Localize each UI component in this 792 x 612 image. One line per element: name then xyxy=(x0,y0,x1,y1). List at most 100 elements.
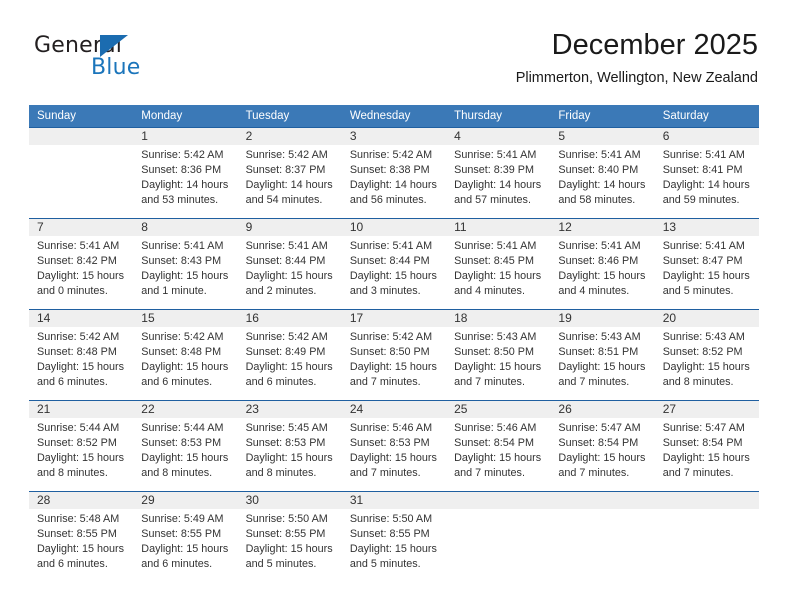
daylight-text-line2: and 56 minutes. xyxy=(349,194,427,206)
day-number[interactable]: 19 xyxy=(550,310,654,327)
sunset-text: Sunset: 8:48 PM xyxy=(37,346,117,358)
daylight-text-line1: Daylight: 15 hours xyxy=(454,361,542,373)
day-number[interactable]: 22 xyxy=(133,401,237,418)
sunset-text: Sunset: 8:53 PM xyxy=(141,437,222,449)
sunrise-text: Sunrise: 5:44 AM xyxy=(37,422,120,434)
daylight-text-line1: Daylight: 15 hours xyxy=(245,543,333,555)
day-number[interactable]: 2 xyxy=(238,128,342,145)
day-cell[interactable]: Sunrise: 5:42 AM Sunset: 8:36 PM Dayligh… xyxy=(133,145,237,218)
daylight-text-line2: and 6 minutes. xyxy=(37,376,108,388)
day-cell[interactable]: Sunrise: 5:50 AM Sunset: 8:55 PM Dayligh… xyxy=(342,509,446,582)
day-cell[interactable]: Sunrise: 5:46 AM Sunset: 8:54 PM Dayligh… xyxy=(446,418,550,491)
sunset-text: Sunset: 8:49 PM xyxy=(245,346,326,358)
day-cell[interactable]: Sunrise: 5:41 AM Sunset: 8:45 PM Dayligh… xyxy=(446,236,550,309)
day-number[interactable] xyxy=(29,128,133,145)
day-number[interactable]: 23 xyxy=(238,401,342,418)
day-cell[interactable]: Sunrise: 5:49 AM Sunset: 8:55 PM Dayligh… xyxy=(133,509,237,582)
day-number[interactable]: 1 xyxy=(133,128,237,145)
daylight-text-line1: Daylight: 15 hours xyxy=(662,270,750,282)
day-cell[interactable]: Sunrise: 5:41 AM Sunset: 8:47 PM Dayligh… xyxy=(655,236,759,309)
day-cell[interactable] xyxy=(550,509,654,582)
day-cell[interactable]: Sunrise: 5:41 AM Sunset: 8:43 PM Dayligh… xyxy=(133,236,237,309)
day-number[interactable]: 17 xyxy=(342,310,446,327)
day-cell[interactable]: Sunrise: 5:42 AM Sunset: 8:50 PM Dayligh… xyxy=(342,327,446,400)
day-number[interactable]: 4 xyxy=(446,128,550,145)
day-cell[interactable]: Sunrise: 5:42 AM Sunset: 8:48 PM Dayligh… xyxy=(29,327,133,400)
day-cell[interactable]: Sunrise: 5:43 AM Sunset: 8:50 PM Dayligh… xyxy=(446,327,550,400)
day-number[interactable]: 24 xyxy=(342,401,446,418)
daylight-text-line2: and 0 minutes. xyxy=(37,285,108,297)
day-cell[interactable]: Sunrise: 5:43 AM Sunset: 8:51 PM Dayligh… xyxy=(550,327,654,400)
day-cell[interactable]: Sunrise: 5:48 AM Sunset: 8:55 PM Dayligh… xyxy=(29,509,133,582)
daylight-text-line2: and 1 minute. xyxy=(141,285,207,297)
day-cell[interactable]: Sunrise: 5:44 AM Sunset: 8:53 PM Dayligh… xyxy=(133,418,237,491)
day-cell[interactable]: Sunrise: 5:41 AM Sunset: 8:40 PM Dayligh… xyxy=(550,145,654,218)
daylight-text-line1: Daylight: 14 hours xyxy=(662,179,750,191)
week-detail-band: Sunrise: 5:41 AM Sunset: 8:42 PM Dayligh… xyxy=(29,236,759,309)
day-number[interactable]: 8 xyxy=(133,219,237,236)
day-number[interactable]: 31 xyxy=(342,492,446,509)
day-number[interactable]: 25 xyxy=(446,401,550,418)
day-number[interactable]: 5 xyxy=(550,128,654,145)
daylight-text-line1: Daylight: 15 hours xyxy=(141,543,229,555)
day-cell[interactable]: Sunrise: 5:42 AM Sunset: 8:37 PM Dayligh… xyxy=(238,145,342,218)
day-cell[interactable]: Sunrise: 5:44 AM Sunset: 8:52 PM Dayligh… xyxy=(29,418,133,491)
day-number[interactable]: 26 xyxy=(550,401,654,418)
day-cell[interactable]: Sunrise: 5:50 AM Sunset: 8:55 PM Dayligh… xyxy=(238,509,342,582)
day-cell[interactable]: Sunrise: 5:41 AM Sunset: 8:46 PM Dayligh… xyxy=(550,236,654,309)
day-cell[interactable]: Sunrise: 5:41 AM Sunset: 8:44 PM Dayligh… xyxy=(238,236,342,309)
day-number[interactable]: 27 xyxy=(655,401,759,418)
day-number[interactable]: 18 xyxy=(446,310,550,327)
day-cell[interactable]: Sunrise: 5:47 AM Sunset: 8:54 PM Dayligh… xyxy=(655,418,759,491)
day-number[interactable]: 21 xyxy=(29,401,133,418)
day-number[interactable]: 13 xyxy=(655,219,759,236)
sunset-text: Sunset: 8:53 PM xyxy=(245,437,326,449)
day-number[interactable]: 7 xyxy=(29,219,133,236)
day-number[interactable]: 14 xyxy=(29,310,133,327)
calendar-page: General Blue December 2025 Plimmerton, W… xyxy=(0,0,792,612)
day-cell[interactable]: Sunrise: 5:42 AM Sunset: 8:48 PM Dayligh… xyxy=(133,327,237,400)
sunrise-text: Sunrise: 5:43 AM xyxy=(558,331,641,343)
day-number[interactable]: 28 xyxy=(29,492,133,509)
day-cell[interactable]: Sunrise: 5:41 AM Sunset: 8:39 PM Dayligh… xyxy=(446,145,550,218)
day-cell[interactable]: Sunrise: 5:46 AM Sunset: 8:53 PM Dayligh… xyxy=(342,418,446,491)
sunrise-text: Sunrise: 5:41 AM xyxy=(454,149,537,161)
day-number[interactable]: 6 xyxy=(655,128,759,145)
day-cell[interactable]: Sunrise: 5:41 AM Sunset: 8:41 PM Dayligh… xyxy=(655,145,759,218)
sunrise-text: Sunrise: 5:42 AM xyxy=(349,149,433,161)
day-number[interactable]: 20 xyxy=(655,310,759,327)
weekday-header-friday: Friday xyxy=(558,110,591,122)
sunset-text: Sunset: 8:51 PM xyxy=(558,346,639,358)
day-number[interactable] xyxy=(655,492,759,509)
general-blue-logo[interactable]: General Blue xyxy=(34,33,224,85)
day-cell[interactable]: Sunrise: 5:41 AM Sunset: 8:44 PM Dayligh… xyxy=(342,236,446,309)
day-number[interactable]: 9 xyxy=(238,219,342,236)
day-cell[interactable]: Sunrise: 5:41 AM Sunset: 8:42 PM Dayligh… xyxy=(29,236,133,309)
sunset-text: Sunset: 8:53 PM xyxy=(349,437,430,449)
day-cell[interactable] xyxy=(446,509,550,582)
sunset-text: Sunset: 8:36 PM xyxy=(141,164,222,176)
day-cell[interactable]: Sunrise: 5:47 AM Sunset: 8:54 PM Dayligh… xyxy=(550,418,654,491)
day-number[interactable]: 29 xyxy=(133,492,237,509)
day-number[interactable]: 15 xyxy=(133,310,237,327)
day-cell[interactable] xyxy=(655,509,759,582)
sunrise-text: Sunrise: 5:41 AM xyxy=(662,149,745,161)
sunrise-text: Sunrise: 5:42 AM xyxy=(141,149,224,161)
day-number[interactable]: 10 xyxy=(342,219,446,236)
day-cell[interactable]: Sunrise: 5:42 AM Sunset: 8:49 PM Dayligh… xyxy=(238,327,342,400)
day-cell[interactable]: Sunrise: 5:42 AM Sunset: 8:38 PM Dayligh… xyxy=(342,145,446,218)
day-cell[interactable]: Sunrise: 5:45 AM Sunset: 8:53 PM Dayligh… xyxy=(238,418,342,491)
daylight-text-line1: Daylight: 15 hours xyxy=(245,361,333,373)
day-cell[interactable] xyxy=(29,145,133,218)
day-number[interactable]: 16 xyxy=(238,310,342,327)
week-detail-band: Sunrise: 5:42 AM Sunset: 8:48 PM Dayligh… xyxy=(29,327,759,400)
day-number[interactable]: 30 xyxy=(238,492,342,509)
sunset-text: Sunset: 8:52 PM xyxy=(662,346,743,358)
day-cell[interactable]: Sunrise: 5:43 AM Sunset: 8:52 PM Dayligh… xyxy=(655,327,759,400)
day-number[interactable]: 3 xyxy=(342,128,446,145)
day-number[interactable]: 12 xyxy=(550,219,654,236)
day-number[interactable] xyxy=(550,492,654,509)
day-number[interactable] xyxy=(446,492,550,509)
day-number[interactable]: 11 xyxy=(446,219,550,236)
daylight-text-line2: and 8 minutes. xyxy=(37,467,108,479)
